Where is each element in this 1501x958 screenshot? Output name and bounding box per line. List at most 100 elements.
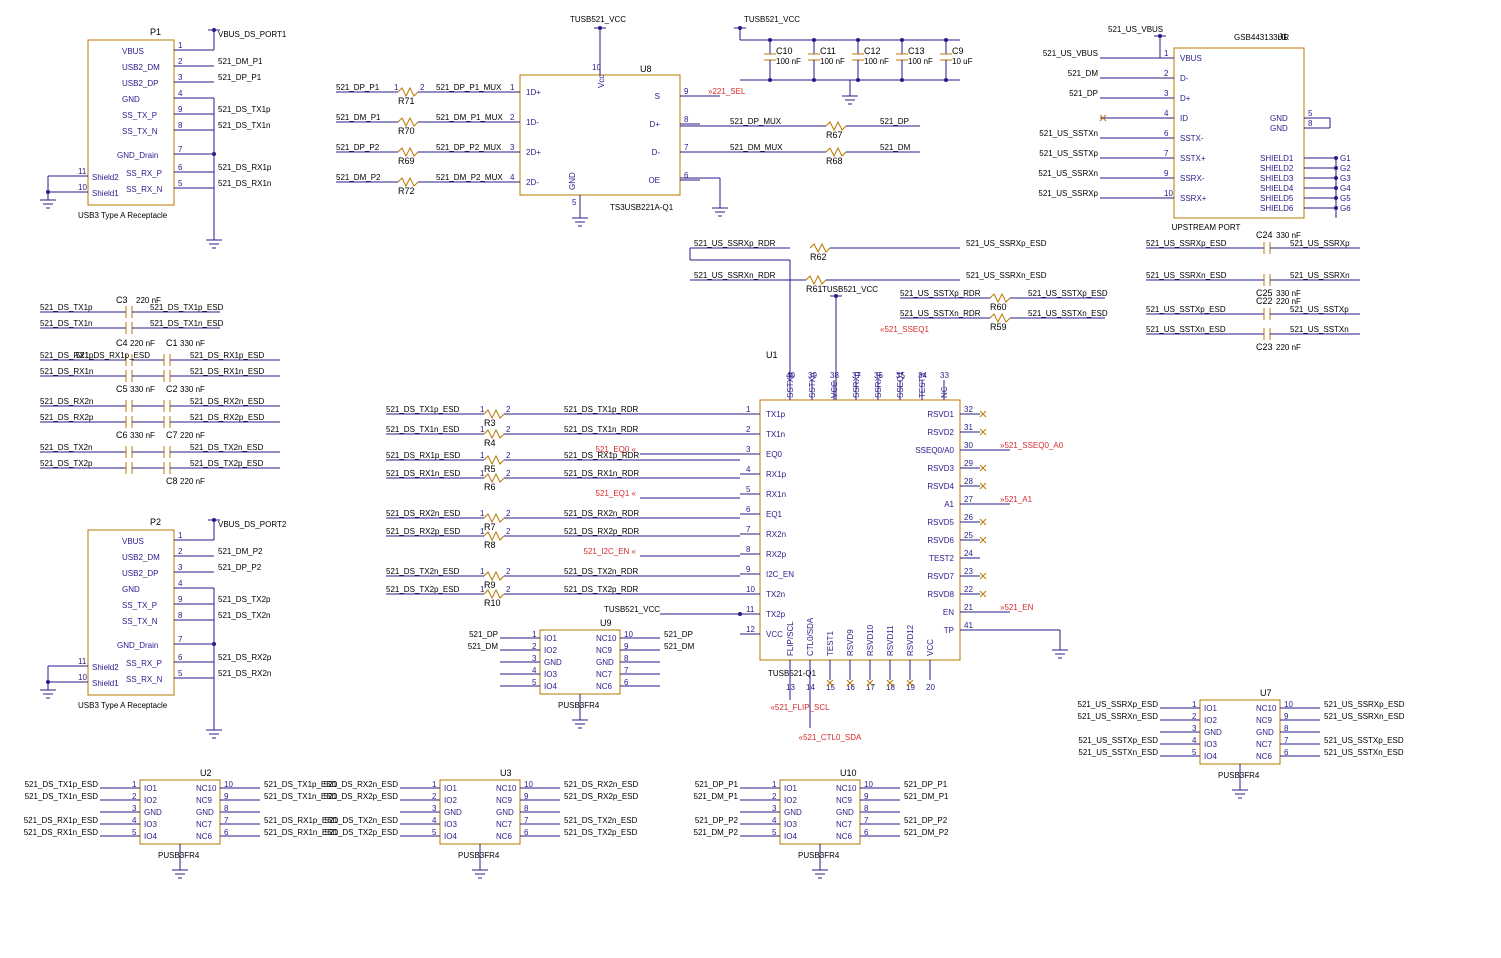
svg-text:521_DP_P1: 521_DP_P1 [336,83,380,92]
svg-text:521_DP_P2_MUX: 521_DP_P2_MUX [436,143,502,152]
svg-text:521_DS_TX1p: 521_DS_TX1p [40,303,93,312]
svg-text:7: 7 [224,816,229,825]
svg-text:521_US_SSRXn_RDR: 521_US_SSRXn_RDR [694,271,776,280]
svg-text:4: 4 [746,465,751,474]
svg-text:2: 2 [132,792,137,801]
svg-text:521_US_SSTXp_RDR: 521_US_SSTXp_RDR [900,289,981,298]
svg-text:521_DP_P1_MUX: 521_DP_P1_MUX [436,83,502,92]
u8-left-nets: 521_DP_P1R7112521_DP_P1_MUX 521_DM_P1R70… [336,83,520,196]
svg-text:32: 32 [964,405,973,414]
svg-text:SS_RX_P: SS_RX_P [126,659,162,668]
svg-text:2D-: 2D- [526,178,539,187]
svg-text:1: 1 [480,451,485,460]
svg-text:R5: R5 [484,464,496,474]
svg-text:NC7: NC7 [1256,740,1273,749]
svg-text:2D+: 2D+ [526,148,541,157]
svg-text:USB2_DM: USB2_DM [122,553,160,562]
svg-text:G1: G1 [1340,154,1351,163]
svg-text:5: 5 [132,828,137,837]
svg-text:2: 2 [178,57,183,66]
svg-text:R62: R62 [810,252,827,262]
svg-text:FLIP/SCL: FLIP/SCL [786,621,795,656]
svg-text:1: 1 [480,469,485,478]
svg-text:31: 31 [964,423,973,432]
svg-text:521_US_VBUS: 521_US_VBUS [1043,49,1098,58]
svg-text:521_US_SSTXn_RDR: 521_US_SSTXn_RDR [900,309,981,318]
svg-text:SHIELD5: SHIELD5 [1260,194,1294,203]
svg-text:521_US_SSTXp_ESD: 521_US_SSTXp_ESD [1078,736,1158,745]
svg-text:521_US_SSRXp_RDR: 521_US_SSRXp_RDR [694,239,776,248]
svg-text:3: 3 [1164,89,1169,98]
svg-text:3: 3 [432,804,437,813]
svg-text:C7: C7 [166,430,178,440]
svg-text:RX2p: RX2p [766,550,787,559]
svg-text:IO1: IO1 [1204,704,1217,713]
svg-text:G3: G3 [1340,174,1351,183]
svg-text:RSVD11: RSVD11 [886,625,895,656]
svg-text:4: 4 [432,816,437,825]
svg-text:RSVD9: RSVD9 [846,629,855,656]
svg-text:TUSB521_VCC: TUSB521_VCC [570,15,626,24]
svg-text:TS3USB221A-Q1: TS3USB221A-Q1 [610,203,674,212]
svg-text:521_DS_RX1n_ESD: 521_DS_RX1n_ESD [386,469,460,478]
svg-text:SS_TX_P: SS_TX_P [122,111,157,120]
svg-text:SHIELD4: SHIELD4 [1260,184,1294,193]
svg-text:9: 9 [224,792,229,801]
svg-text:1: 1 [1164,49,1169,58]
svg-text:SSTX+: SSTX+ [1180,154,1206,163]
svg-text:521_DS_TX1n: 521_DS_TX1n [40,319,92,328]
svg-text:GND: GND [444,808,462,817]
svg-text:«521_CTL0_SDA: «521_CTL0_SDA [799,733,862,742]
svg-text:C8: C8 [166,476,178,486]
svg-text:2: 2 [506,509,511,518]
ic-U2: U2PUSB3FR41IO1521_DS_TX1p_ESD2IO2521_DS_… [24,768,339,878]
svg-text:5: 5 [532,678,537,687]
svg-text:U9: U9 [600,618,612,628]
svg-text:VCC: VCC [830,381,839,398]
svg-text:SS_TX_N: SS_TX_N [122,617,158,626]
svg-text:U10: U10 [840,768,857,778]
svg-text:NC9: NC9 [1256,716,1273,725]
ic-U1: U1 TUSB521-Q1 1TX1p2TX1n3EQ04RX1p5RX1n6E… [740,350,980,692]
svg-text:TUSB521_VCC: TUSB521_VCC [604,605,660,614]
svg-text:R4: R4 [484,438,496,448]
svg-text:12: 12 [746,625,755,634]
svg-text:521_US_SSRXp_ESD: 521_US_SSRXp_ESD [1324,700,1405,709]
svg-text:29: 29 [964,459,973,468]
svg-text:521_DS_TX1n: 521_DS_TX1n [218,121,270,130]
svg-text:2: 2 [432,792,437,801]
svg-text:NC10: NC10 [196,784,217,793]
svg-text:521_DS_RX2p_RDR: 521_DS_RX2p_RDR [564,527,639,536]
svg-text:C6: C6 [116,430,128,440]
u1-right-nets: »521_SSEQ0_A0»521_A1»521_EN [980,411,1068,658]
svg-text:7: 7 [1284,736,1289,745]
svg-text:IO1: IO1 [444,784,457,793]
svg-text:GND: GND [1204,728,1222,737]
svg-text:521_US_SSRXp: 521_US_SSRXp [1038,189,1098,198]
svg-text:521_US_SSTXp_ESD: 521_US_SSTXp_ESD [1324,736,1404,745]
svg-text:521_DM_P1_MUX: 521_DM_P1_MUX [436,113,503,122]
svg-text:14: 14 [806,683,815,692]
ic-U7: U7PUSB3FR41IO1521_US_SSRXp_ESD2IO2521_US… [1078,688,1405,798]
svg-text:2: 2 [1192,712,1197,721]
svg-text:TP: TP [944,626,954,635]
svg-text:521_DS_TX1n_RDR: 521_DS_TX1n_RDR [564,425,638,434]
svg-text:521_DS_TX2n: 521_DS_TX2n [40,443,92,452]
svg-text:5: 5 [432,828,437,837]
svg-text:SHIELD2: SHIELD2 [1260,164,1294,173]
svg-text:USB2_DM: USB2_DM [122,63,160,72]
svg-text:VBUS: VBUS [1180,54,1202,63]
svg-text:PUSB3FR4: PUSB3FR4 [798,851,840,860]
svg-text:7: 7 [524,816,529,825]
svg-text:521_US_SSTXp_ESD: 521_US_SSTXp_ESD [1146,305,1226,314]
svg-text:TX2p: TX2p [766,610,786,619]
svg-text:Shield1: Shield1 [92,189,119,198]
svg-text:521_US_SSTXn: 521_US_SSTXn [1290,325,1349,334]
svg-text:521_EQ1 «: 521_EQ1 « [596,489,637,498]
svg-text:7: 7 [746,525,751,534]
svg-text:3: 3 [178,563,183,572]
svg-text:IO3: IO3 [784,820,797,829]
svg-text:521_DS_RX2n: 521_DS_RX2n [218,669,271,678]
svg-text:1: 1 [178,531,183,540]
svg-text:220 nF: 220 nF [130,339,155,348]
